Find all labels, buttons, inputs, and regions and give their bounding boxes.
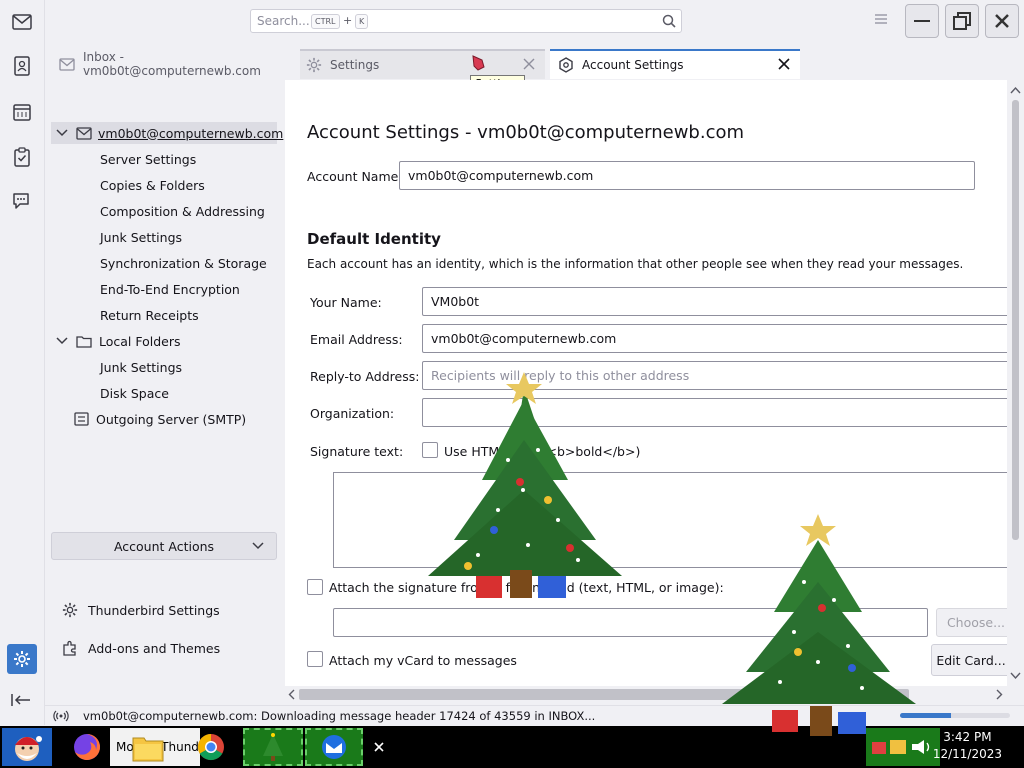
clock[interactable]: 3:42 PM 12/11/2023 <box>933 729 1002 763</box>
address-book-icon[interactable] <box>10 54 34 78</box>
christmas-tree-decoration <box>722 514 916 736</box>
folder-icon <box>132 734 164 762</box>
vertical-scrollbar[interactable] <box>1007 80 1024 686</box>
clock-date: 12/11/2023 <box>932 747 1002 761</box>
tree-outgoing-label: Outgoing Server (SMTP) <box>96 411 247 427</box>
online-status-icon[interactable] <box>53 709 69 723</box>
tree-item-server-settings[interactable]: Server Settings <box>100 148 196 170</box>
calendar-icon[interactable] <box>10 100 34 124</box>
tab-label: Account Settings <box>582 58 684 72</box>
search-input[interactable]: Search... CTRL + K <box>250 9 682 33</box>
mail-icon <box>76 126 92 140</box>
close-tab-icon[interactable] <box>778 58 790 70</box>
spaces-toolbar <box>0 0 45 725</box>
scroll-left-icon[interactable] <box>288 689 296 700</box>
mail-icon <box>59 57 75 71</box>
scroll-right-icon[interactable] <box>995 689 1003 700</box>
tree-outgoing-server[interactable]: Outgoing Server (SMTP) <box>74 408 246 430</box>
christmas-tree-decoration <box>428 372 622 598</box>
restore-button[interactable] <box>945 4 979 38</box>
tasks-icon[interactable] <box>10 145 34 169</box>
folder-icon <box>76 335 92 348</box>
cursor-icon <box>470 54 486 72</box>
tree-local-folders-label: Local Folders <box>99 333 181 349</box>
tab-inbox[interactable]: Inbox - vm0b0t@computernewb.com <box>55 49 300 79</box>
thunderbird-icon[interactable] <box>305 728 363 766</box>
account-tree: vm0b0t@computernewb.com Server Settings … <box>45 80 285 705</box>
outgoing-server-icon <box>74 412 90 426</box>
clock-time: 3:42 PM <box>943 730 992 744</box>
tree-item-sync-storage[interactable]: Synchronization & Storage <box>100 252 267 274</box>
attach-vcard-label: Attach my vCard to messages <box>329 653 517 668</box>
close-window-button[interactable] <box>985 4 1019 38</box>
tab-strip: Inbox - vm0b0t@computernewb.com Settings… <box>45 44 1024 80</box>
reply-to-label: Reply-to Address: <box>310 369 420 384</box>
close-icon[interactable] <box>372 728 386 766</box>
search-shortcut-plus: + <box>343 14 353 27</box>
chevron-down-icon[interactable] <box>56 336 68 346</box>
xmas-tree-taskbar-item[interactable] <box>243 728 303 766</box>
tree-item-e2e-encryption[interactable]: End-To-End Encryption <box>100 278 240 300</box>
app-menu-icon[interactable] <box>873 12 889 26</box>
tree-local-folders[interactable]: Local Folders <box>56 330 181 352</box>
tree-account[interactable]: vm0b0t@computernewb.com <box>51 122 283 144</box>
attach-vcard-checkbox[interactable] <box>307 651 323 667</box>
tree-account-label: vm0b0t@computernewb.com <box>98 125 284 141</box>
addons-themes-link[interactable]: Add-ons and Themes <box>62 637 220 659</box>
chrome-icon[interactable] <box>193 728 229 766</box>
thunderbird-taskbar-item[interactable]: Mozilla Thunderbird <box>110 728 200 766</box>
account-actions-button[interactable]: Account Actions <box>51 532 277 560</box>
tree-item-return-receipts[interactable]: Return Receipts <box>100 304 199 326</box>
firefox-icon[interactable] <box>68 728 106 766</box>
gear-icon <box>62 602 78 618</box>
collapse-toolbar-icon[interactable] <box>10 692 32 708</box>
email-address-label: Email Address: <box>310 332 403 347</box>
tab-label: Settings <box>330 58 380 72</box>
search-shortcut-k: K <box>355 14 369 29</box>
chevron-down-icon[interactable] <box>56 128 68 138</box>
thunderbird-settings-label: Thunderbird Settings <box>88 602 220 618</box>
account-actions-label: Account Actions <box>113 538 215 554</box>
tab-account-settings[interactable]: Account Settings <box>550 49 800 79</box>
tree-item-disk-space[interactable]: Disk Space <box>100 382 169 404</box>
search-placeholder: Search... <box>257 14 310 28</box>
choose-file-button[interactable]: Choose... <box>936 608 1007 637</box>
tree-item-local-junk[interactable]: Junk Settings <box>100 356 182 378</box>
section-title: Default Identity <box>307 230 441 248</box>
account-name-label: Account Name: <box>307 169 403 184</box>
title-bar: Search... CTRL + K <box>45 0 1024 44</box>
addons-themes-label: Add-ons and Themes <box>88 640 221 656</box>
chevron-down-icon <box>252 542 264 550</box>
mail-icon[interactable] <box>10 10 34 34</box>
close-tab-icon[interactable] <box>523 58 535 70</box>
status-text: vm0b0t@computernewb.com: Downloading mes… <box>83 709 596 723</box>
settings-space-gear-icon[interactable] <box>7 644 37 674</box>
gear-icon <box>306 57 322 73</box>
email-address-field[interactable]: vm0b0t@computernewb.com <box>422 324 1007 353</box>
search-shortcut-ctrl: CTRL <box>311 14 340 29</box>
signature-text-label: Signature text: <box>310 444 404 459</box>
page-title: Account Settings - vm0b0t@computernewb.c… <box>307 122 745 143</box>
your-name-field[interactable]: VM0b0t <box>422 287 1007 316</box>
tree-item-copies-folders[interactable]: Copies & Folders <box>100 174 205 196</box>
tree-item-composition[interactable]: Composition & Addressing <box>100 200 265 222</box>
edit-card-button[interactable]: Edit Card... <box>931 644 1007 676</box>
start-button[interactable] <box>2 728 52 766</box>
organization-label: Organization: <box>310 406 395 421</box>
puzzle-icon <box>62 640 78 656</box>
tab-label: Inbox - vm0b0t@computernewb.com <box>83 50 261 78</box>
thunderbird-settings-link[interactable]: Thunderbird Settings <box>62 599 220 621</box>
tree-item-junk-settings[interactable]: Junk Settings <box>100 226 182 248</box>
account-settings-icon <box>558 57 574 73</box>
minimize-button[interactable] <box>905 4 939 38</box>
account-name-field[interactable]: vm0b0t@computernewb.com <box>399 161 975 190</box>
attach-signature-checkbox[interactable] <box>307 579 323 595</box>
search-icon <box>662 14 676 28</box>
your-name-label: Your Name: <box>310 295 382 310</box>
section-description: Each account has an identity, which is t… <box>307 257 964 271</box>
chat-icon[interactable] <box>10 189 34 213</box>
